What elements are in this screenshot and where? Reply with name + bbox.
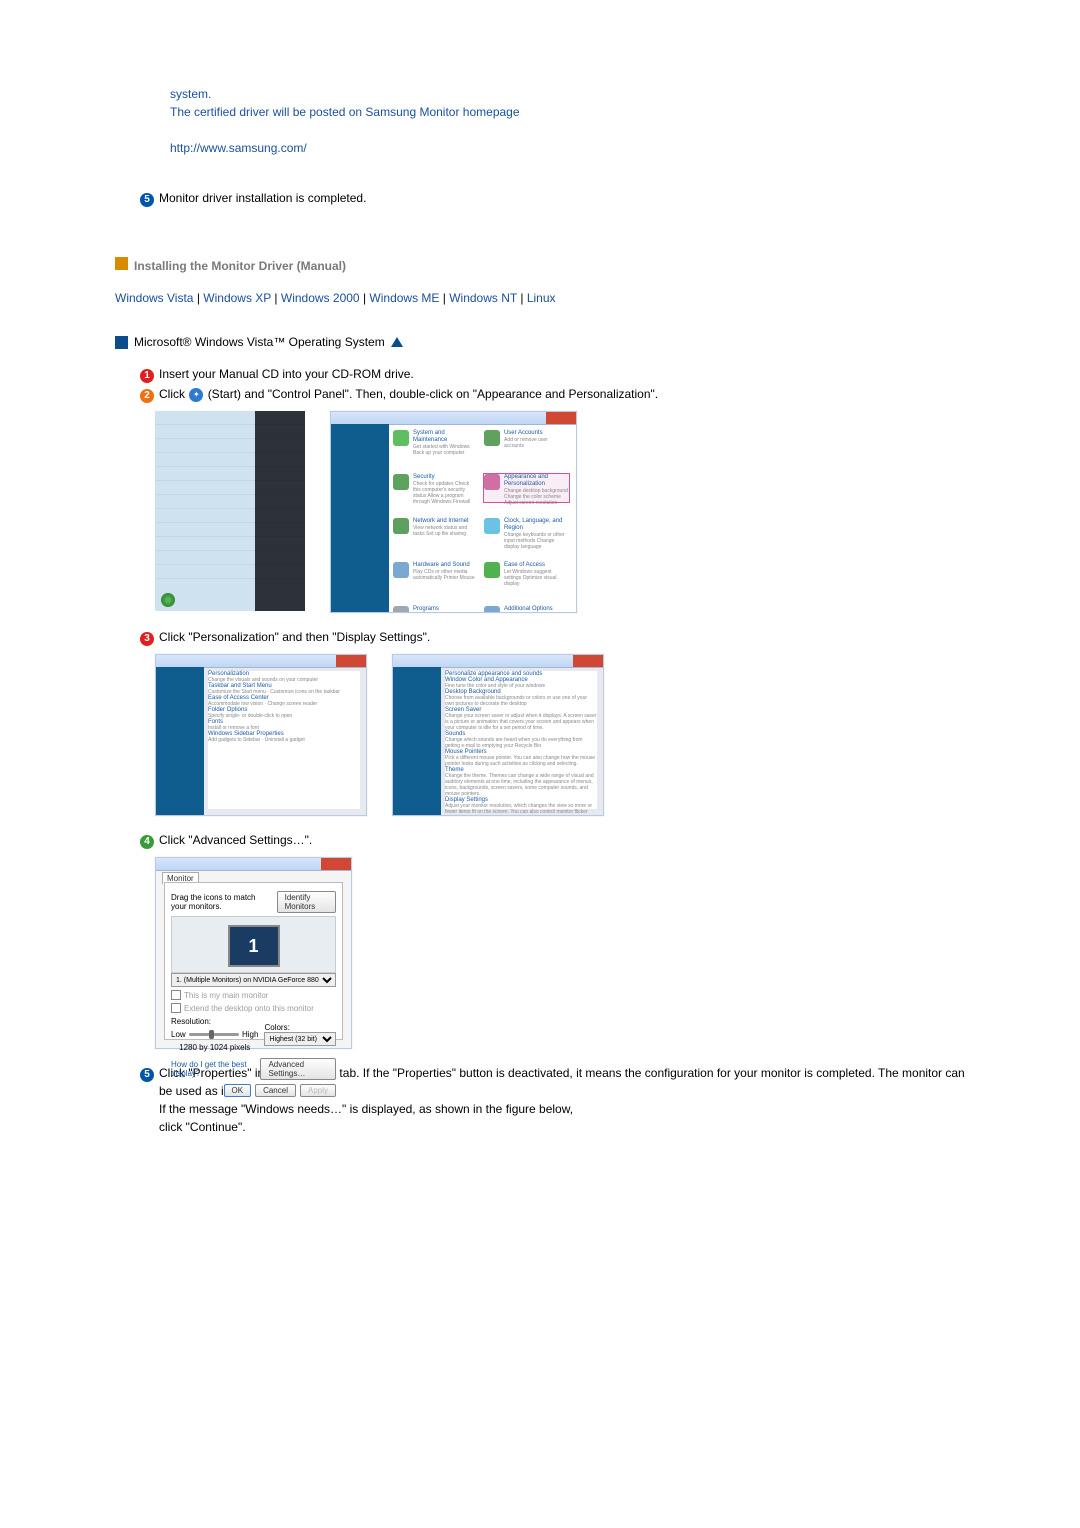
top-arrow-icon[interactable]: [391, 337, 403, 347]
colors-label: Colors:: [264, 1023, 336, 1032]
apply-button[interactable]: Apply: [300, 1084, 336, 1097]
chk-main-monitor: This is my main monitor: [184, 991, 268, 1000]
cp-category: Appearance and PersonalizationChange des…: [484, 474, 569, 502]
ds-drag-label: Drag the icons to match your monitors.: [171, 893, 273, 911]
step-badge-5: 5: [140, 193, 154, 207]
step-badge-1: 1: [140, 369, 154, 383]
display-settings-dialog-shot: Monitor Drag the icons to match your mon…: [155, 857, 352, 1049]
section-bullet-icon: [115, 257, 128, 270]
cp-category: User AccountsAdd or remove user accounts: [484, 430, 569, 458]
resolution-slider[interactable]: [189, 1033, 239, 1036]
appearance-personalization-shot: PersonalizationChange the visuals and so…: [155, 654, 367, 816]
cancel-button[interactable]: Cancel: [255, 1084, 296, 1097]
intro-line-1: system.: [170, 85, 965, 103]
ok-button[interactable]: OK: [224, 1084, 252, 1097]
monitor-preview-icon: 1: [228, 925, 280, 967]
cp-category: Hardware and SoundPlay CDs or other medi…: [393, 562, 478, 590]
step-3-text: Click "Personalization" and then "Displa…: [159, 628, 430, 646]
display-dropdown[interactable]: 1. (Multiple Monitors) on NVIDIA GeForce…: [171, 973, 336, 987]
cp-category: Clock, Language, and RegionChange keyboa…: [484, 518, 569, 546]
colors-dropdown[interactable]: Highest (32 bit): [264, 1032, 336, 1046]
personalization-shot: Personalize appearance and soundsWindow …: [392, 654, 604, 816]
vista-start-menu-shot: [155, 411, 305, 611]
step-badge-4: 4: [140, 835, 154, 849]
cp-category: ProgramsUninstall a program Change start…: [393, 606, 478, 613]
step-1-text: Insert your Manual CD into your CD-ROM d…: [159, 365, 414, 383]
chk-extend-desktop: Extend the desktop onto this monitor: [184, 1004, 314, 1013]
res-low: Low: [171, 1030, 186, 1039]
vista-start-orb-icon: ✦: [189, 388, 203, 402]
step-badge-5b: 5: [140, 1068, 154, 1082]
samsung-url[interactable]: http://www.samsung.com/: [170, 141, 307, 155]
sep: |: [193, 291, 203, 305]
subhead-bullet-icon: [115, 336, 128, 349]
cp-category: Additional Options: [484, 606, 569, 613]
os-link-linux[interactable]: Linux: [527, 291, 556, 305]
os-link-vista[interactable]: Windows Vista: [115, 291, 193, 305]
step-badge-3: 3: [140, 632, 154, 646]
advanced-settings-button[interactable]: Advanced Settings…: [260, 1058, 336, 1080]
subhead-os: Microsoft® Windows Vista™ Operating Syst…: [134, 335, 385, 349]
best-display-link[interactable]: How do I get the best display?: [171, 1060, 256, 1078]
os-link-2000[interactable]: Windows 2000: [281, 291, 360, 305]
intro-line-2: The certified driver will be posted on S…: [170, 103, 965, 121]
cp-category: SecurityCheck for updates Check this com…: [393, 474, 478, 502]
os-link-nt[interactable]: Windows NT: [449, 291, 517, 305]
resolution-label: Resolution:: [171, 1017, 258, 1026]
res-high: High: [242, 1030, 258, 1039]
step-5-text: Monitor driver installation is completed…: [159, 189, 366, 207]
os-link-me[interactable]: Windows ME: [369, 291, 439, 305]
cp-category: System and MaintenanceGet started with W…: [393, 430, 478, 458]
resolution-value: 1280 by 1024 pixels: [171, 1043, 258, 1052]
step-badge-2: 2: [140, 389, 154, 403]
step-4-text: Click "Advanced Settings…".: [159, 831, 312, 849]
section-title: Installing the Monitor Driver (Manual): [134, 259, 346, 273]
os-link-xp[interactable]: Windows XP: [203, 291, 271, 305]
control-panel-shot: System and MaintenanceGet started with W…: [330, 411, 577, 613]
identify-monitors-button[interactable]: Identify Monitors: [277, 891, 336, 913]
cp-category: Network and InternetView network status …: [393, 518, 478, 546]
cp-category: Ease of AccessLet Windows suggest settin…: [484, 562, 569, 590]
step-2-text: Click ✦ (Start) and "Control Panel". The…: [159, 385, 658, 403]
